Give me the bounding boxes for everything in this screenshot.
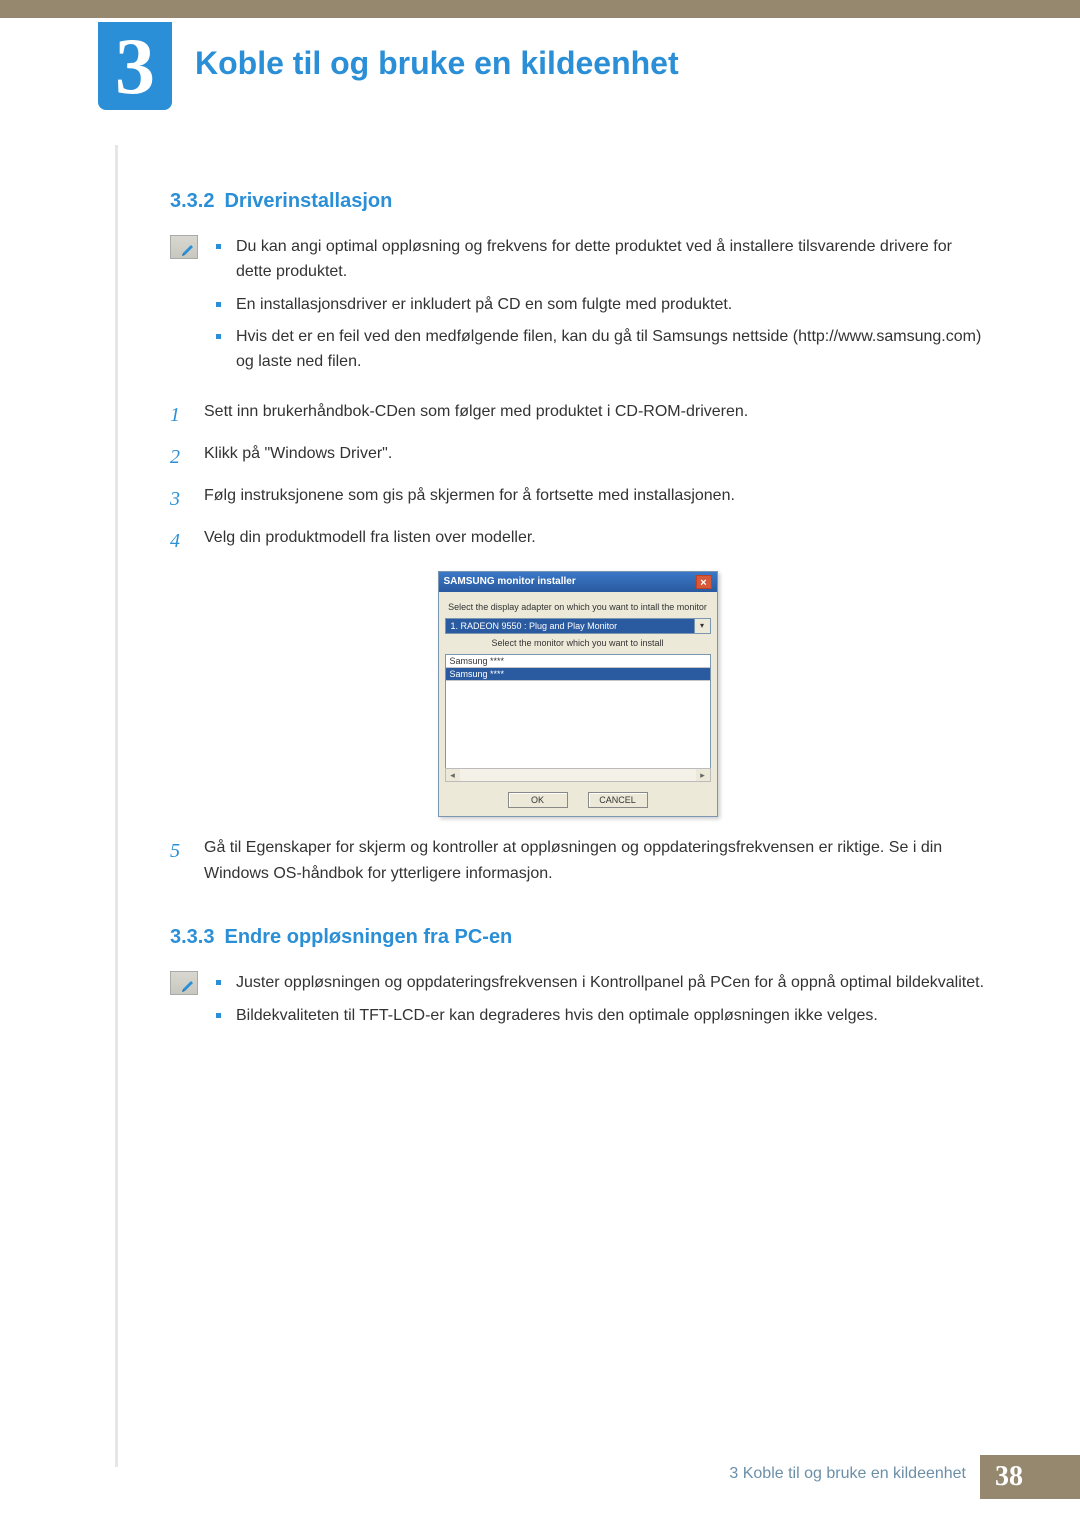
step-text: Følg instruksjonene som gis på skjermen … <box>204 483 985 509</box>
step-number: 1 <box>170 399 190 431</box>
note-icon <box>170 235 198 259</box>
installer-button-row: OK CANCEL <box>445 792 711 808</box>
footer-decor <box>1038 1455 1080 1499</box>
step-number: 5 <box>170 835 190 867</box>
section-number: 3.3.2 <box>170 190 214 212</box>
scroll-track[interactable] <box>460 769 696 781</box>
step-text: Velg din produktmodell fra listen over m… <box>204 525 985 551</box>
note-list-332: Du kan angi optimal oppløsning og frekve… <box>216 235 985 383</box>
step-text: Gå til Egenskaper for skjerm og kontroll… <box>204 835 985 886</box>
step-1: 1 Sett inn brukerhåndbok-CDen som følger… <box>170 399 985 431</box>
installer-monitor-list[interactable]: Samsung **** Samsung **** <box>445 654 711 769</box>
chevron-down-icon[interactable]: ▾ <box>694 619 710 633</box>
step-number: 3 <box>170 483 190 515</box>
top-decor-bar <box>0 0 1080 18</box>
footer-page-number: 38 <box>980 1455 1038 1499</box>
installer-body: Select the display adapter on which you … <box>439 592 717 816</box>
step-5-block: 5 Gå til Egenskaper for skjerm og kontro… <box>170 835 985 886</box>
list-item-selected[interactable]: Samsung **** <box>446 668 710 681</box>
step-text: Sett inn brukerhåndbok-CDen som følger m… <box>204 399 985 425</box>
step-number: 4 <box>170 525 190 557</box>
note-list-333: Juster oppløsningen og oppdateringsfrekv… <box>216 971 985 1037</box>
step-number: 2 <box>170 441 190 473</box>
note-item: Du kan angi optimal oppløsning og frekve… <box>216 235 985 285</box>
installer-dropdown-value: 1. RADEON 9550 : Plug and Play Monitor <box>446 619 694 633</box>
note-block-333: Juster oppløsningen og oppdateringsfrekv… <box>170 971 985 1037</box>
note-item: En installasjonsdriver er inkludert på C… <box>216 293 985 318</box>
section-title: Driverinstallasjon <box>224 190 392 212</box>
installer-window: SAMSUNG monitor installer × Select the d… <box>438 571 718 817</box>
installer-titlebar: SAMSUNG monitor installer × <box>439 572 717 592</box>
step-text: Klikk på "Windows Driver". <box>204 441 985 467</box>
step-2: 2 Klikk på "Windows Driver". <box>170 441 985 473</box>
note-item: Hvis det er en feil ved den medfølgende … <box>216 325 985 375</box>
section-heading-333: 3.3.3 Endre oppløsningen fra PC-en <box>170 926 985 949</box>
ok-button[interactable]: OK <box>508 792 568 808</box>
note-block-332: Du kan angi optimal oppløsning og frekve… <box>170 235 985 383</box>
left-margin-rule <box>115 145 118 1467</box>
steps-list: 1 Sett inn brukerhåndbok-CDen som følger… <box>170 399 985 557</box>
step-3: 3 Følg instruksjonene som gis på skjerme… <box>170 483 985 515</box>
chapter-title: Koble til og bruke en kildeenhet <box>195 45 679 82</box>
installer-monitor-label: Select the monitor which you want to ins… <box>445 638 711 648</box>
scroll-right-icon[interactable]: ▸ <box>696 769 710 781</box>
note-item: Juster oppløsningen og oppdateringsfrekv… <box>216 971 985 996</box>
section-heading-332: 3.3.2 Driverinstallasjon <box>170 190 985 213</box>
installer-title-text: SAMSUNG monitor installer <box>444 576 576 587</box>
page-content: 3.3.2 Driverinstallasjon Du kan angi opti… <box>170 190 985 1053</box>
page-footer: 3 Koble til og bruke en kildeenhet 38 <box>715 1455 1080 1499</box>
footer-chapter-text: 3 Koble til og bruke en kildeenhet <box>715 1455 980 1499</box>
step-4: 4 Velg din produktmodell fra listen over… <box>170 525 985 557</box>
list-item[interactable]: Samsung **** <box>446 655 710 668</box>
installer-dialog-screenshot: SAMSUNG monitor installer × Select the d… <box>438 571 718 817</box>
section-number: 3.3.3 <box>170 926 214 948</box>
horizontal-scrollbar[interactable]: ◂ ▸ <box>445 768 711 782</box>
note-icon <box>170 971 198 995</box>
cancel-button[interactable]: CANCEL <box>588 792 648 808</box>
section-title: Endre oppløsningen fra PC-en <box>224 926 512 948</box>
note-item: Bildekvaliteten til TFT-LCD-er kan degra… <box>216 1004 985 1029</box>
close-icon[interactable]: × <box>696 575 712 589</box>
scroll-left-icon[interactable]: ◂ <box>446 769 460 781</box>
installer-adapter-dropdown[interactable]: 1. RADEON 9550 : Plug and Play Monitor ▾ <box>445 618 711 634</box>
installer-adapter-label: Select the display adapter on which you … <box>445 602 711 612</box>
step-5: 5 Gå til Egenskaper for skjerm og kontro… <box>170 835 985 886</box>
chapter-number-badge: 3 <box>98 22 172 110</box>
